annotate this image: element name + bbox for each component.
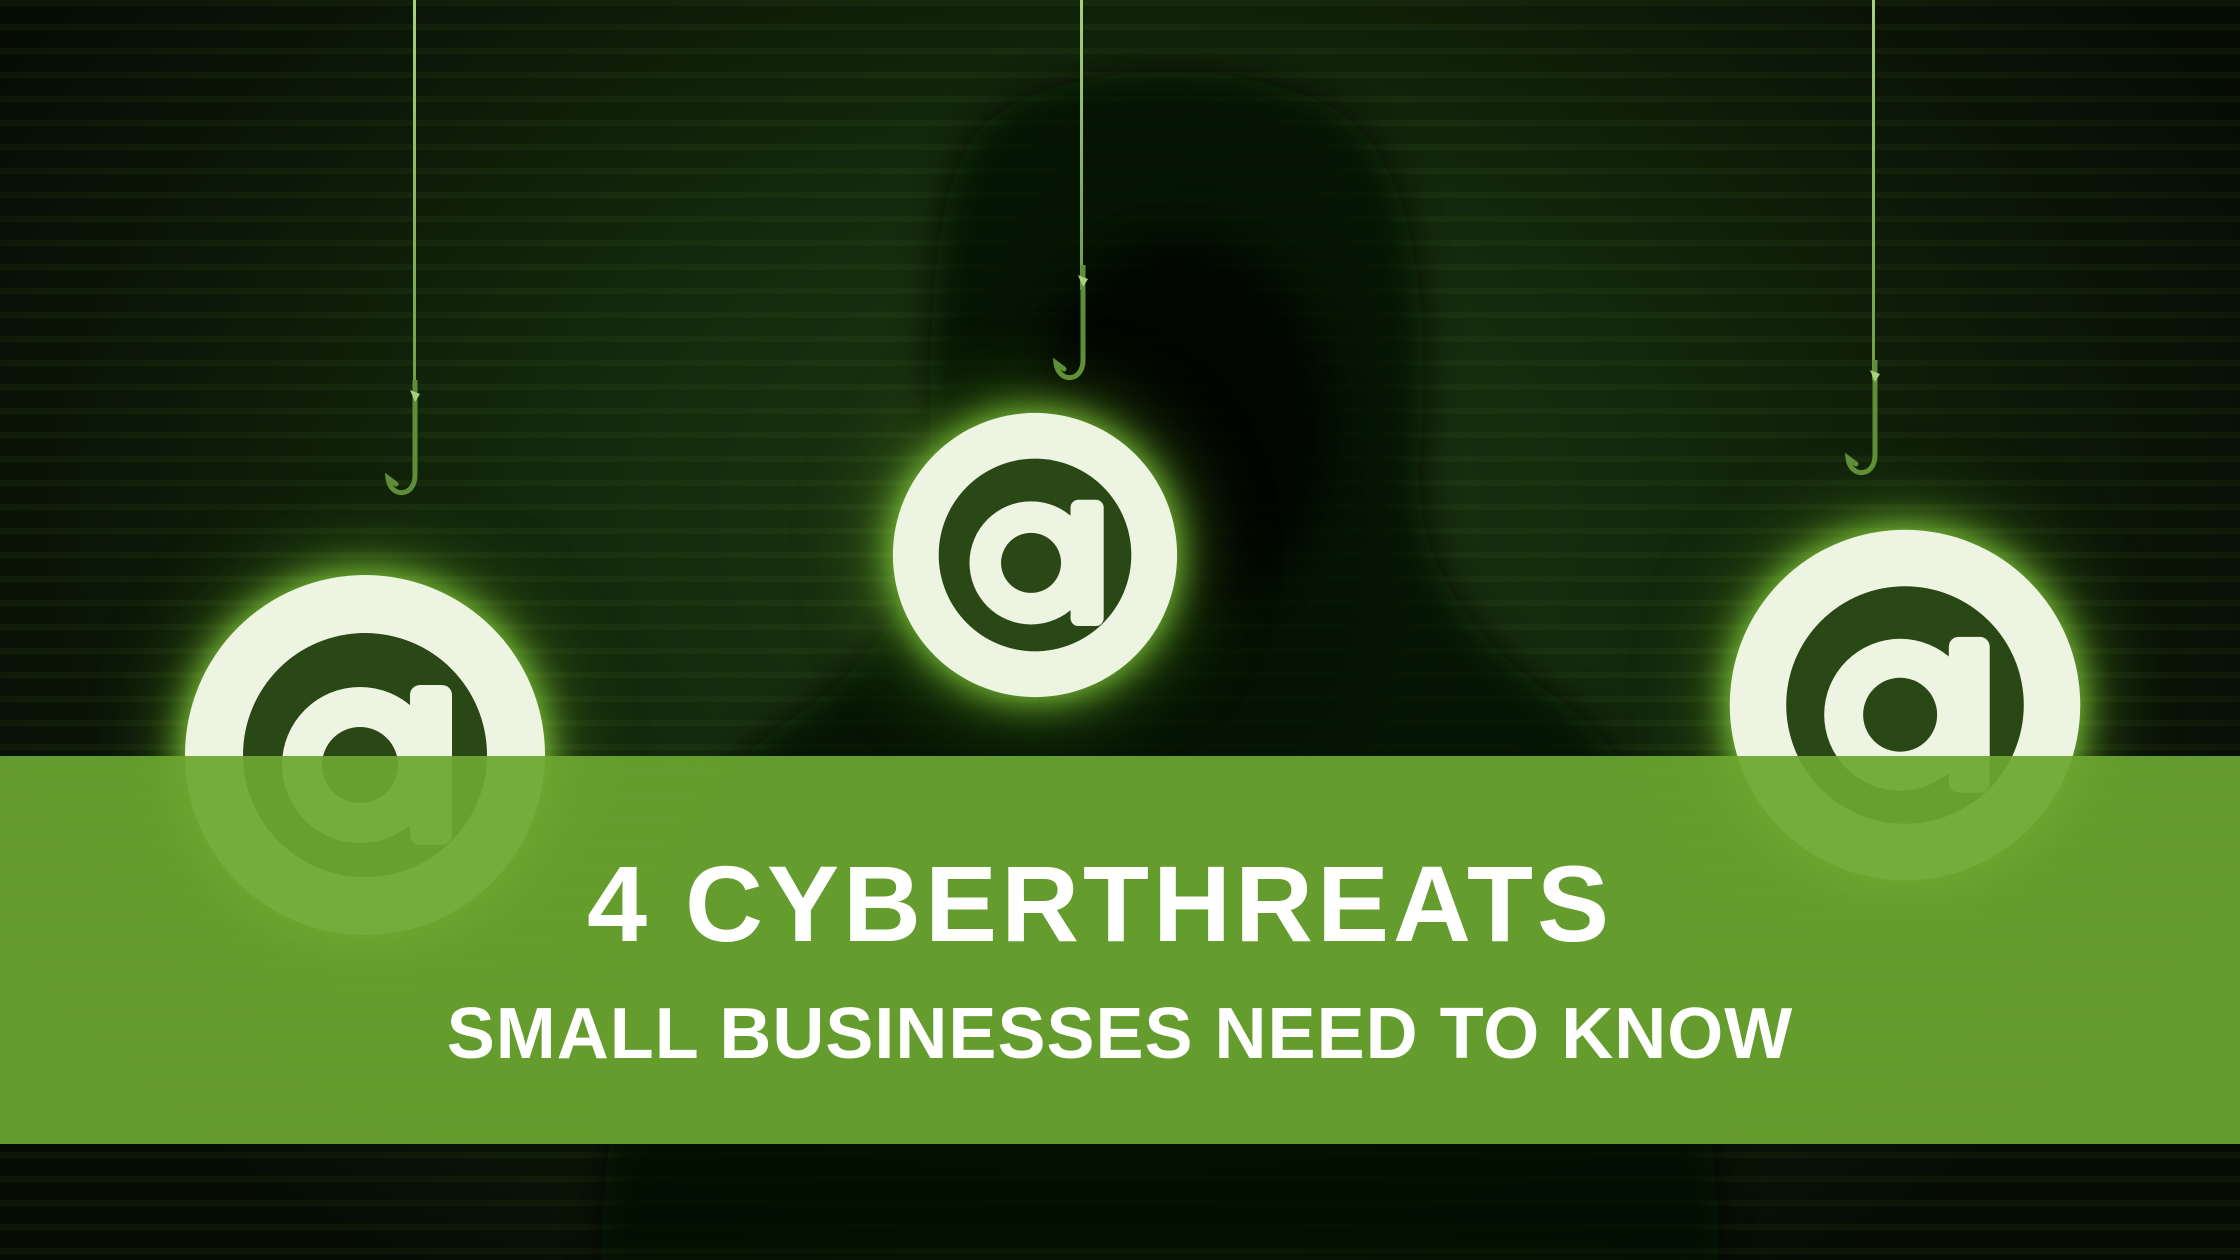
hero-image: 4 CYBERTHREATS SMALL BUSINESSES NEED TO … [0,0,2240,1260]
at-sign-icon [892,412,1178,698]
fishing-hook-icon [1844,360,1880,476]
fishing-line-right [1872,0,1875,380]
fishing-line-left [413,0,416,400]
fishing-hook-icon [384,380,420,496]
fishing-hook-icon [1052,265,1088,381]
fishing-line-middle [1080,0,1083,290]
subheadline: SMALL BUSINESSES NEED TO KNOW [446,994,1794,1074]
title-banner: 4 CYBERTHREATS SMALL BUSINESSES NEED TO … [0,756,2240,1144]
headline: 4 CYBERTHREATS [586,843,1614,964]
